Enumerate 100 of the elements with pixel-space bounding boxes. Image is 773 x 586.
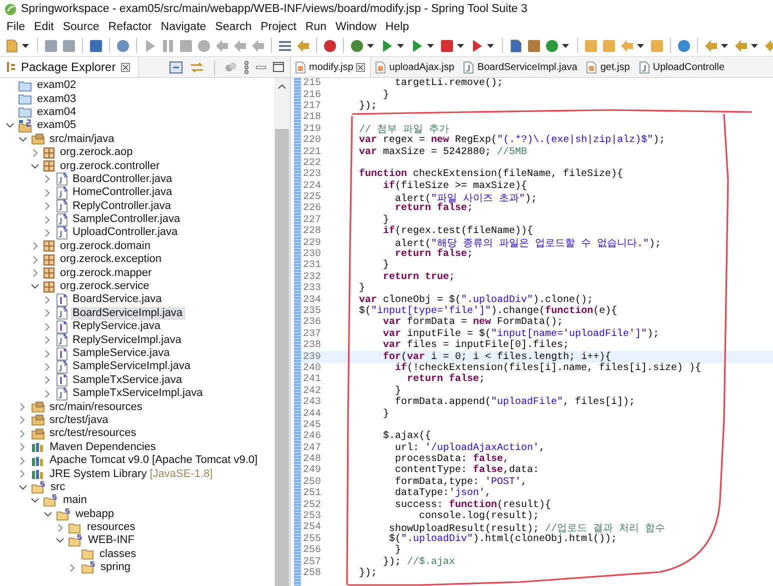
tree-item[interactable]: UploadController.java: [70, 226, 180, 240]
tree-item[interactable]: SampleTxServiceImpl.java: [70, 387, 205, 400]
scroll-thumb[interactable]: [275, 129, 289, 586]
chevron-right-icon[interactable]: [20, 430, 25, 438]
chevron-right-icon[interactable]: [45, 202, 50, 210]
tree-item[interactable]: exam03: [35, 92, 78, 106]
chevron-right-icon[interactable]: [45, 336, 50, 344]
tree-item[interactable]: ReplyServiceImpl.java: [70, 334, 184, 347]
tree-item[interactable]: org.zerock.mapper: [58, 266, 154, 280]
chevron-right-icon[interactable]: [45, 188, 50, 197]
view-tab[interactable]: Package Explorer: [0, 57, 139, 77]
view-menu-icon[interactable]: [244, 60, 249, 74]
chevron-right-icon[interactable]: [70, 564, 75, 572]
tree-item[interactable]: exam02: [35, 79, 78, 92]
scrollbar[interactable]: [274, 78, 290, 586]
caret-icon[interactable]: [721, 44, 728, 48]
tree-item[interactable]: BoardServiceImpl.java: [70, 306, 185, 320]
tree-item[interactable]: src/test/resources: [48, 427, 138, 440]
close-icon[interactable]: [356, 62, 366, 72]
caret-icon[interactable]: [457, 44, 464, 48]
chevron-down-icon[interactable]: [6, 123, 14, 128]
tree-item[interactable]: spring: [98, 561, 132, 574]
chevron-down-icon[interactable]: [18, 136, 26, 142]
chevron-down-icon[interactable]: [18, 484, 26, 490]
chevron-down-icon[interactable]: [44, 512, 52, 517]
chevron-right-icon[interactable]: [45, 296, 50, 304]
close-icon[interactable]: [120, 62, 130, 72]
tree-item[interactable]: JRE System Library [JavaSE-1.8]: [48, 468, 215, 481]
chevron-right-icon[interactable]: [32, 269, 38, 278]
chevron-down-icon[interactable]: [31, 164, 39, 169]
stop-icon[interactable]: [439, 38, 455, 54]
tree-item[interactable]: ReplyController.java: [70, 200, 173, 213]
chevron-right-icon[interactable]: [45, 175, 50, 184]
editor-tab[interactable]: UploadControlle: [634, 57, 730, 77]
tree-item[interactable]: webapp: [74, 508, 116, 521]
editor-tab[interactable]: modify.jsp: [291, 57, 372, 77]
tree-item[interactable]: Maven Dependencies: [48, 440, 158, 454]
pause-icon[interactable]: [160, 38, 176, 54]
tree-item[interactable]: src/test/java: [48, 414, 110, 427]
tree-item[interactable]: Apache Tomcat v9.0 [Apache Tomcat v9.0]: [48, 454, 260, 468]
tree-item[interactable]: org.zerock.aop: [58, 146, 135, 160]
menu-item[interactable]: Window: [331, 20, 381, 32]
menu-item[interactable]: Refactor: [104, 20, 156, 32]
menu-item[interactable]: Help: [380, 20, 414, 32]
menu-item[interactable]: Search: [210, 20, 256, 32]
editor-tab[interactable]: BoardServiceImpl.java: [459, 57, 582, 77]
menu-item[interactable]: Project: [256, 20, 301, 32]
menu-item[interactable]: Edit: [30, 20, 58, 32]
caret-icon[interactable]: [751, 44, 758, 48]
chevron-right-icon[interactable]: [45, 362, 50, 371]
caret-icon[interactable]: [562, 44, 569, 48]
chevron-down-icon[interactable]: [31, 498, 39, 504]
chevron-right-icon[interactable]: [45, 228, 50, 237]
tree-item[interactable]: SampleController.java: [70, 213, 182, 226]
chevron-right-icon[interactable]: [45, 322, 50, 331]
tree-item[interactable]: main: [61, 494, 89, 508]
editor-tab[interactable]: get.jsp: [582, 57, 635, 77]
caret-icon[interactable]: [367, 44, 374, 48]
menu-item[interactable]: Source: [58, 20, 104, 32]
editor-tab[interactable]: uploadAjax.jsp: [371, 57, 460, 77]
tree-item[interactable]: org.zerock.controller: [58, 160, 162, 173]
tree-item[interactable]: SampleTxService.java: [70, 374, 184, 387]
tree-item[interactable]: ReplyService.java: [70, 320, 163, 334]
tree-item[interactable]: org.zerock.exception: [58, 253, 164, 266]
maximize-icon[interactable]: [273, 62, 284, 72]
caret-icon[interactable]: [427, 44, 434, 48]
minimize-icon[interactable]: [256, 66, 266, 68]
caret-icon[interactable]: [22, 44, 29, 48]
tree-item[interactable]: src/main/resources: [48, 400, 144, 414]
chevron-down-icon[interactable]: [31, 284, 39, 290]
caret-icon[interactable]: [637, 44, 644, 48]
chevron-right-icon[interactable]: [45, 390, 50, 398]
menu-item[interactable]: File: [2, 20, 30, 32]
tree-item[interactable]: classes: [98, 548, 138, 561]
tree-item[interactable]: BoardService.java: [70, 293, 164, 306]
collapse-all-icon[interactable]: [169, 60, 183, 74]
tree-item[interactable]: org.zerock.service: [58, 280, 152, 294]
chevron-right-icon[interactable]: [58, 524, 62, 532]
tree-item[interactable]: resources: [85, 521, 138, 534]
tree-item[interactable]: src: [48, 480, 68, 494]
menu-item[interactable]: Navigate: [156, 20, 211, 32]
scroll-up-icon[interactable]: [278, 84, 286, 89]
chevron-right-icon[interactable]: [45, 216, 50, 224]
tree-item[interactable]: exam04: [35, 106, 78, 119]
caret-icon[interactable]: [397, 44, 404, 48]
chevron-right-icon[interactable]: [20, 403, 25, 412]
menu-item[interactable]: Run: [300, 20, 331, 32]
chevron-right-icon[interactable]: [20, 470, 25, 478]
link-icon[interactable]: [190, 60, 204, 74]
tree-item[interactable]: HomeController.java: [70, 186, 174, 200]
chevron-right-icon[interactable]: [32, 242, 38, 250]
caret-icon[interactable]: [487, 44, 494, 48]
chevron-right-icon[interactable]: [45, 350, 50, 358]
stop-icon[interactable]: [178, 38, 194, 54]
chevron-right-icon[interactable]: [45, 376, 50, 384]
tree-item[interactable]: SampleService.java: [70, 347, 172, 360]
tree-item[interactable]: SampleServiceImpl.java: [70, 360, 192, 374]
tree-item[interactable]: WEB-INF: [86, 534, 136, 548]
tree-item[interactable]: exam05: [35, 119, 78, 132]
chevron-right-icon[interactable]: [32, 148, 38, 157]
